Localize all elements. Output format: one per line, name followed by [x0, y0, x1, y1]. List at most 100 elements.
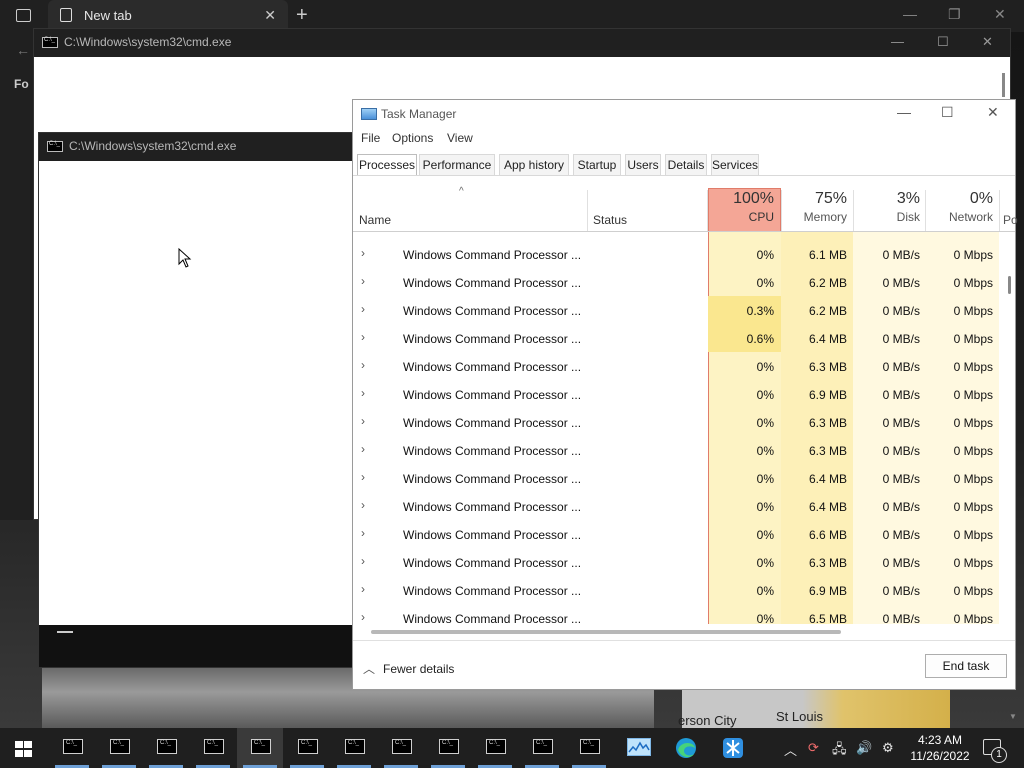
table-row[interactable]: › Windows Command Processor ... 0% 6.3 MB 0 …: [353, 352, 1001, 380]
start-button[interactable]: [15, 741, 32, 757]
table-row[interactable]: › Windows Command Processor ... 0.3% 6.2 MB…: [353, 296, 1001, 324]
expand-chevron-icon[interactable]: ›: [361, 582, 365, 596]
expand-chevron-icon[interactable]: ›: [361, 386, 365, 400]
tab-startup[interactable]: Startup: [573, 154, 621, 175]
tab-processes[interactable]: Processes: [357, 154, 417, 176]
expand-chevron-icon[interactable]: ›: [361, 302, 365, 316]
expand-chevron-icon[interactable]: ›: [361, 554, 365, 568]
expand-chevron-icon[interactable]: ›: [361, 470, 365, 484]
taskbar-cmd-app[interactable]: [190, 728, 236, 768]
menu-view[interactable]: View: [447, 131, 473, 145]
expand-chevron-icon[interactable]: ›: [361, 610, 365, 624]
tab-services[interactable]: Services: [711, 154, 759, 175]
taskbar-cmd-app[interactable]: [284, 728, 330, 768]
back-arrow-icon[interactable]: ←: [16, 42, 30, 58]
vertical-scrollbar[interactable]: [1007, 232, 1015, 624]
close-tab-icon[interactable]: ✕: [264, 7, 276, 24]
taskbar-cmd-app[interactable]: [566, 728, 612, 768]
table-row[interactable]: › Windows Command Processor ... 0.6% 6.4 MB…: [353, 324, 1001, 352]
expand-chevron-icon[interactable]: ›: [361, 330, 365, 344]
taskbar-cmd-app[interactable]: [519, 728, 565, 768]
task-manager-window[interactable]: Task Manager — ☐ ✕ File Options View Pro…: [352, 99, 1018, 690]
menu-file[interactable]: File: [361, 131, 380, 145]
tab-app-history[interactable]: App history: [499, 154, 569, 175]
expand-chevron-icon[interactable]: ›: [361, 498, 365, 512]
fewer-details-button[interactable]: ︿ Fewer details: [363, 660, 454, 677]
disk-cell: 0 MB/s: [882, 500, 920, 514]
taskbar-cmd-app[interactable]: [425, 728, 471, 768]
table-row[interactable]: › Windows Command Processor ... 0% 6.6 MB 0 …: [353, 520, 1001, 548]
column-header-disk[interactable]: 3% Disk: [853, 190, 920, 224]
volume-icon[interactable]: 🔊: [856, 740, 872, 756]
column-separator[interactable]: [999, 190, 1000, 231]
cpu-cell: 0%: [756, 612, 774, 624]
column-header-network[interactable]: 0% Network: [925, 190, 993, 224]
taskbar-app-blue[interactable]: [710, 728, 756, 768]
taskbar-cmd-app[interactable]: [49, 728, 95, 768]
browser-restore-icon[interactable]: ❐: [948, 6, 961, 23]
vertical-scroll-thumb[interactable]: [1008, 276, 1011, 294]
column-separator[interactable]: [587, 190, 588, 231]
table-row[interactable]: › Windows Command Processor ... 0% 6.9 MB 0 …: [353, 380, 1001, 408]
table-row[interactable]: › Windows Command Processor ... 0% 6.3 MB 0 …: [353, 436, 1001, 464]
settings-gear-icon[interactable]: ⚙: [882, 740, 894, 756]
taskbar-cmd-app[interactable]: [378, 728, 424, 768]
taskbar-cmd-app[interactable]: [472, 728, 518, 768]
show-hidden-icons-chevron-icon[interactable]: ︿: [784, 740, 797, 759]
cmd-maximize-icon[interactable]: ☐: [937, 34, 949, 50]
table-row[interactable]: › Windows Command Processor ... 0% 6.9 MB 0 …: [353, 576, 1001, 604]
new-tab-plus-icon[interactable]: +: [296, 4, 308, 27]
column-header-memory[interactable]: 75% Memory: [781, 190, 847, 224]
table-row[interactable]: › Windows Command Processor ... 0% 6.3 MB 0 …: [353, 548, 1001, 576]
tm-minimize-icon[interactable]: —: [897, 104, 911, 120]
end-task-button[interactable]: End task: [925, 654, 1007, 678]
column-header-cpu[interactable]: 100% CPU: [708, 190, 774, 224]
browser-minimize-icon[interactable]: —: [903, 6, 917, 22]
column-header-status[interactable]: Status: [593, 213, 627, 227]
cmd-titlebar[interactable]: C:\Windows\system32\cmd.exe — ☐ ✕: [34, 29, 1010, 57]
taskbar-edge[interactable]: [663, 728, 709, 768]
tab-performance[interactable]: Performance: [419, 154, 495, 175]
taskbar-cmd-app[interactable]: [237, 728, 283, 768]
menu-options[interactable]: Options: [392, 131, 433, 145]
expand-chevron-icon[interactable]: ›: [361, 358, 365, 372]
table-row[interactable]: › Windows Command Processor ... 0% 6.4 MB 0 …: [353, 464, 1001, 492]
cmd-window-front[interactable]: C:\Windows\system32\cmd.exe: [38, 132, 356, 668]
column-header-power-partial[interactable]: Po: [1003, 213, 1018, 227]
tm-close-icon[interactable]: ✕: [987, 104, 999, 121]
process-list[interactable]: › Windows Command Processor ... 0% 6.1 MB 0 …: [353, 232, 1001, 624]
horizontal-scroll-thumb[interactable]: [371, 630, 841, 634]
expand-chevron-icon[interactable]: ›: [361, 526, 365, 540]
memory-cell: 6.4 MB: [808, 472, 847, 486]
network-icon[interactable]: 🖧: [832, 740, 847, 762]
tab-users[interactable]: Users: [625, 154, 661, 175]
table-row[interactable]: › Windows Command Processor ... 0% 6.3 MB 0 …: [353, 408, 1001, 436]
taskbar-cmd-app[interactable]: [331, 728, 377, 768]
tm-maximize-icon[interactable]: ☐: [941, 104, 954, 121]
process-name: Windows Command Processor ...: [403, 248, 582, 262]
expand-chevron-icon[interactable]: ›: [361, 274, 365, 288]
sync-error-icon[interactable]: ⟳: [808, 740, 819, 756]
browser-sidebar-icon[interactable]: [16, 9, 31, 22]
table-row[interactable]: › Windows Command Processor ... 0% 6.1 MB 0 …: [353, 240, 1001, 268]
cmd-close-icon[interactable]: ✕: [982, 34, 993, 50]
table-row[interactable]: › Windows Command Processor ... 0% 6.5 MB 0 …: [353, 604, 1001, 624]
expand-chevron-icon[interactable]: ›: [361, 442, 365, 456]
expand-chevron-icon[interactable]: ›: [361, 414, 365, 428]
taskbar-task-manager[interactable]: [616, 728, 662, 768]
taskbar-clock[interactable]: 4:23 AM 11/26/2022: [905, 732, 975, 764]
cpu-label: CPU: [748, 210, 774, 224]
table-row[interactable]: › Windows Command Processor ... 0% 6.2 MB 0 …: [353, 268, 1001, 296]
expand-chevron-icon[interactable]: ›: [361, 246, 365, 260]
tab-details[interactable]: Details: [665, 154, 707, 175]
taskbar-cmd-app[interactable]: [96, 728, 142, 768]
scroll-down-arrow-icon[interactable]: ▼: [1009, 712, 1017, 721]
cmd-scroll-thumb[interactable]: [1002, 73, 1005, 97]
task-manager-titlebar[interactable]: Task Manager — ☐ ✕: [353, 100, 1015, 128]
taskbar-cmd-app[interactable]: [143, 728, 189, 768]
cmd-titlebar[interactable]: C:\Windows\system32\cmd.exe: [39, 133, 355, 161]
cmd-minimize-icon[interactable]: —: [891, 34, 904, 49]
column-header-name[interactable]: Name: [359, 213, 391, 227]
table-row[interactable]: › Windows Command Processor ... 0% 6.4 MB 0 …: [353, 492, 1001, 520]
browser-close-icon[interactable]: ✕: [994, 6, 1006, 23]
